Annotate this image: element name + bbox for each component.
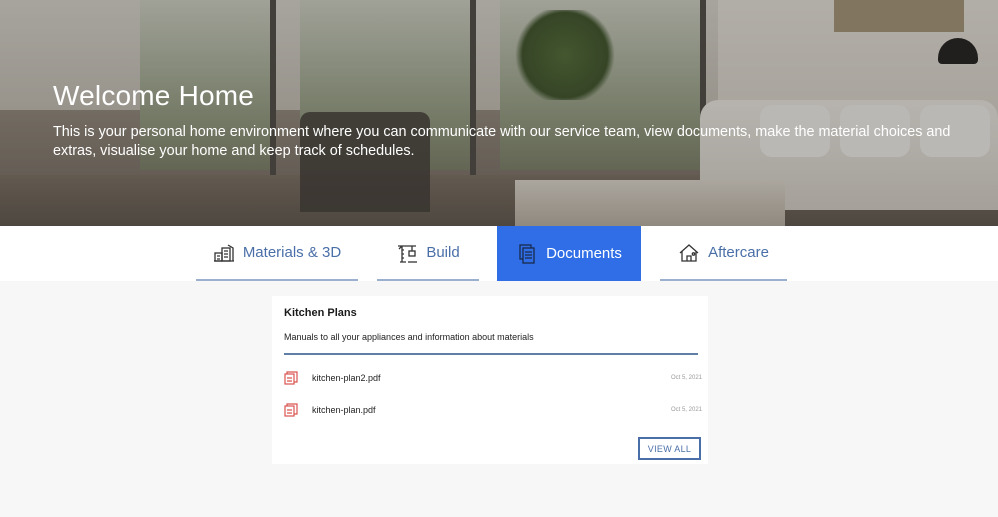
view-all-button[interactable]: VIEW ALL	[638, 437, 701, 460]
pdf-file-icon	[284, 371, 298, 385]
tab-documents[interactable]: Documents	[497, 226, 641, 281]
tab-aftercare[interactable]: Aftercare	[660, 226, 787, 281]
file-row[interactable]: kitchen-plan2.pdf Oct 5, 2021	[284, 368, 702, 388]
file-name[interactable]: kitchen-plan.pdf	[312, 405, 376, 415]
file-date: Oct 5, 2021	[670, 375, 702, 381]
tab-label: Build	[426, 244, 460, 261]
tab-label: Aftercare	[708, 244, 769, 261]
file-row[interactable]: kitchen-plan.pdf Oct 5, 2021	[284, 400, 702, 420]
file-date: Oct 5, 2021	[670, 407, 702, 413]
tab-build[interactable]: Build	[377, 226, 479, 281]
hero-overlay	[0, 0, 998, 226]
tab-label: Documents	[546, 245, 622, 262]
tab-materials-3d[interactable]: Materials & 3D	[196, 226, 358, 281]
page-title: Welcome Home	[53, 80, 255, 111]
hero-banner: Welcome Home This is your personal home …	[0, 0, 998, 226]
document-card: Kitchen Plans Manuals to all your applia…	[272, 296, 708, 464]
materials-icon	[213, 242, 235, 264]
house-icon	[678, 242, 700, 264]
file-name[interactable]: kitchen-plan2.pdf	[312, 373, 381, 383]
card-description: Manuals to all your appliances and infor…	[284, 332, 534, 342]
tab-bar: Materials & 3D Build Documents Aftercare	[0, 226, 998, 281]
hero-description: This is your personal home environment w…	[53, 124, 951, 159]
card-divider	[284, 353, 698, 355]
tab-label: Materials & 3D	[242, 244, 342, 261]
documents-icon	[516, 243, 538, 265]
card-title: Kitchen Plans	[284, 307, 357, 319]
pdf-file-icon	[284, 403, 298, 417]
crane-icon	[396, 242, 418, 264]
